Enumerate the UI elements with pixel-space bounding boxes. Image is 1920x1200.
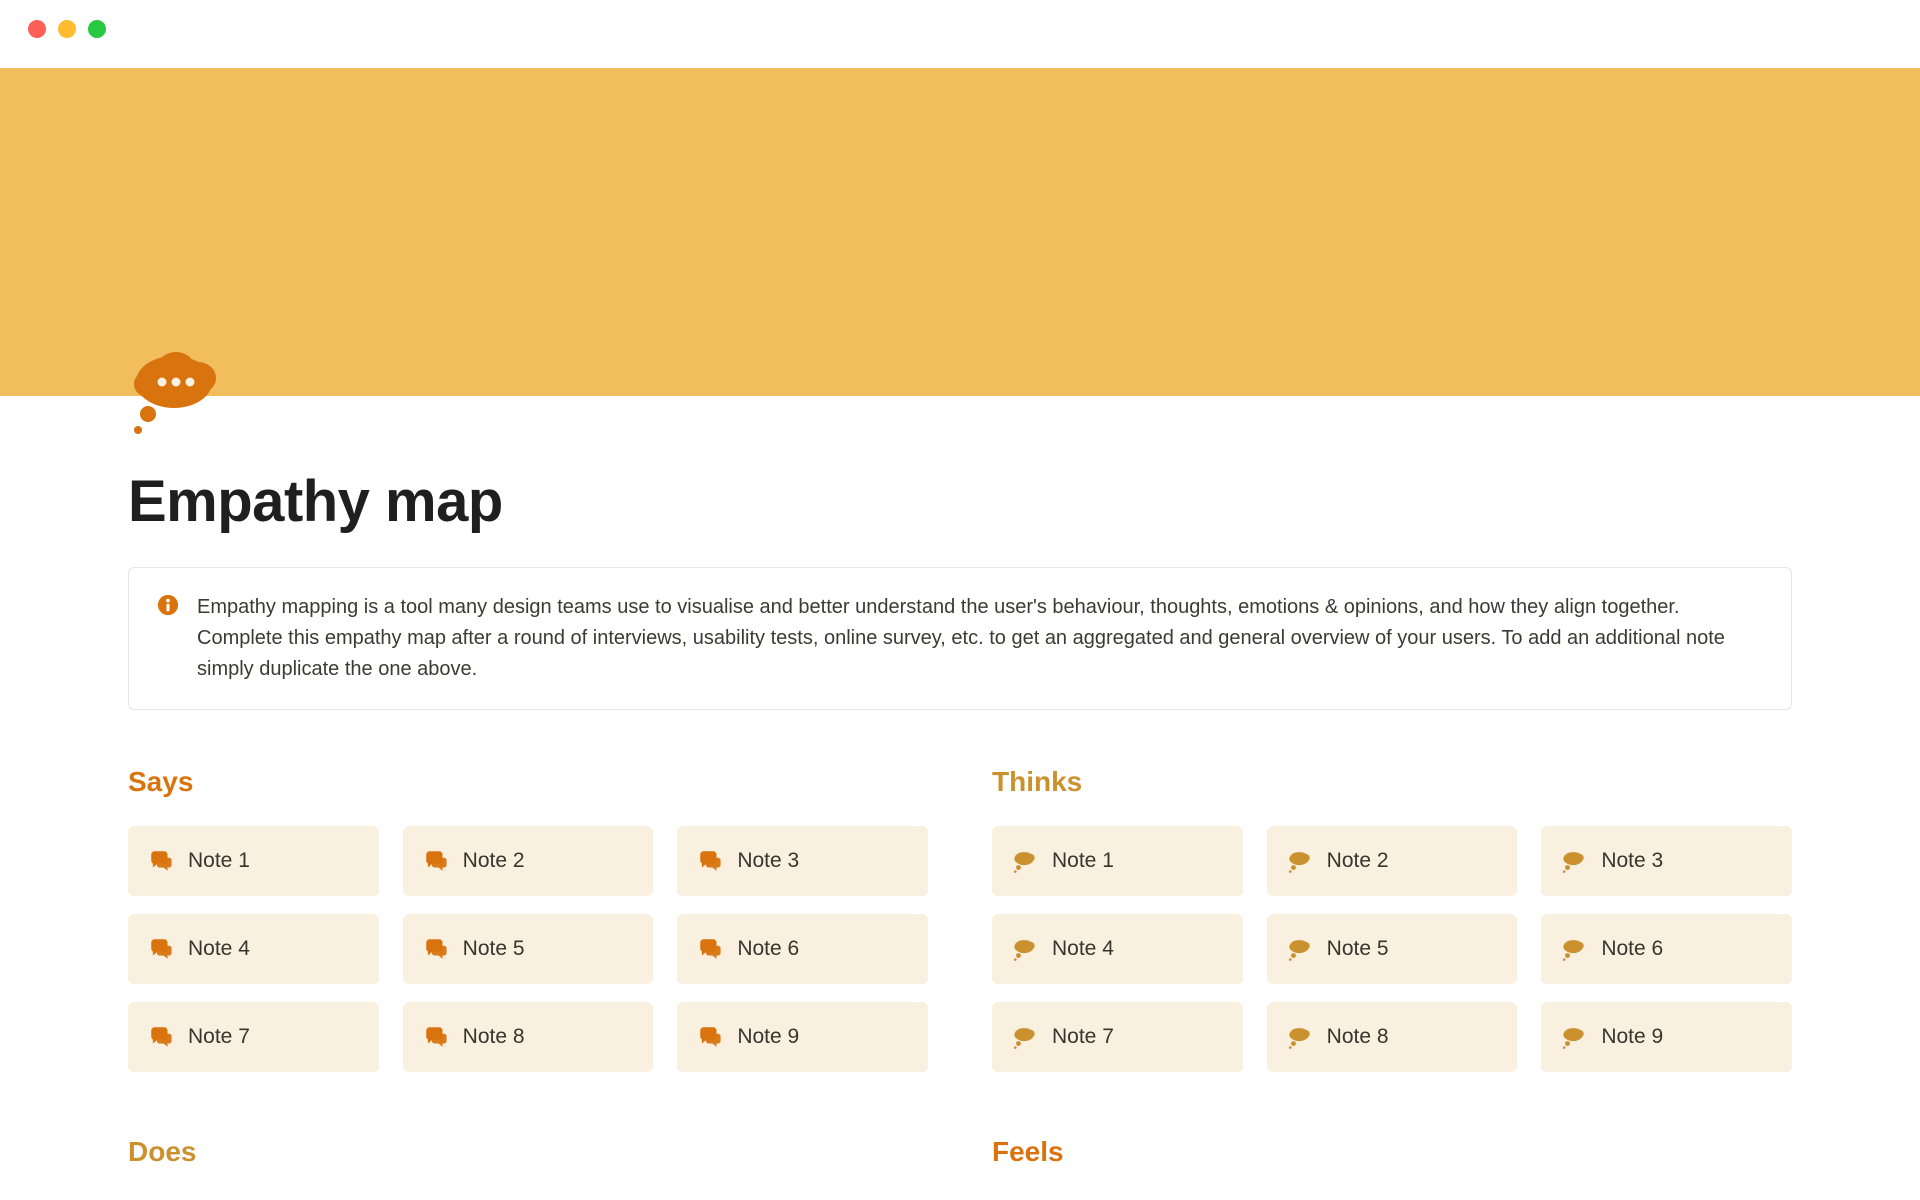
speech-bubbles-icon xyxy=(697,848,723,874)
page-content: Empathy map Empathy mapping is a tool ma… xyxy=(0,396,1920,1196)
section-heading-says[interactable]: Says xyxy=(128,766,928,798)
note-label: Note 6 xyxy=(1601,937,1663,961)
note-card[interactable]: Note 6 xyxy=(677,914,928,984)
note-card[interactable]: Note 4 xyxy=(992,914,1243,984)
note-card[interactable]: Note 5 xyxy=(1267,914,1518,984)
note-label: Note 6 xyxy=(737,937,799,961)
note-label: Note 4 xyxy=(188,937,250,961)
info-callout[interactable]: Empathy mapping is a tool many design te… xyxy=(128,567,1792,710)
speech-bubbles-icon xyxy=(423,848,449,874)
section-heading-does[interactable]: Does xyxy=(128,1136,928,1168)
note-label: Note 5 xyxy=(1327,937,1389,961)
note-card[interactable]: Note 3 xyxy=(1541,826,1792,896)
note-label: Note 8 xyxy=(463,1025,525,1049)
thought-cloud-icon xyxy=(1012,936,1038,962)
note-label: Note 4 xyxy=(1052,937,1114,961)
note-card[interactable]: Note 4 xyxy=(128,914,379,984)
note-card[interactable]: Note 7 xyxy=(992,1002,1243,1072)
note-card[interactable]: Note 5 xyxy=(403,914,654,984)
note-card[interactable]: Note 8 xyxy=(403,1002,654,1072)
note-label: Note 7 xyxy=(1052,1025,1114,1049)
sections-row-2: Does Feels xyxy=(128,1136,1792,1196)
note-card[interactable]: Note 9 xyxy=(1541,1002,1792,1072)
close-window-button[interactable] xyxy=(28,20,46,38)
note-label: Note 2 xyxy=(463,849,525,873)
speech-bubbles-icon xyxy=(148,848,174,874)
note-label: Note 2 xyxy=(1327,849,1389,873)
note-card[interactable]: Note 1 xyxy=(128,826,379,896)
thought-cloud-icon xyxy=(1287,1024,1313,1050)
thought-cloud-icon xyxy=(1561,936,1587,962)
thought-cloud-icon xyxy=(1012,848,1038,874)
section-heading-thinks[interactable]: Thinks xyxy=(992,766,1792,798)
note-card[interactable]: Note 8 xyxy=(1267,1002,1518,1072)
window-controls xyxy=(0,0,1920,68)
thought-cloud-icon xyxy=(1012,1024,1038,1050)
speech-bubbles-icon xyxy=(148,936,174,962)
speech-bubbles-icon xyxy=(148,1024,174,1050)
cover-banner[interactable] xyxy=(0,68,1920,396)
note-label: Note 9 xyxy=(737,1025,799,1049)
speech-bubbles-icon xyxy=(423,936,449,962)
page-title[interactable]: Empathy map xyxy=(128,468,1792,535)
callout-text: Empathy mapping is a tool many design te… xyxy=(197,592,1763,685)
note-card[interactable]: Note 2 xyxy=(403,826,654,896)
info-icon xyxy=(157,594,179,621)
note-label: Note 1 xyxy=(188,849,250,873)
section-does: Does xyxy=(128,1136,928,1196)
speech-bubbles-icon xyxy=(697,936,723,962)
thought-cloud-icon xyxy=(1561,848,1587,874)
note-card[interactable]: Note 7 xyxy=(128,1002,379,1072)
note-card[interactable]: Note 6 xyxy=(1541,914,1792,984)
note-card[interactable]: Note 3 xyxy=(677,826,928,896)
note-card[interactable]: Note 1 xyxy=(992,826,1243,896)
note-label: Note 3 xyxy=(1601,849,1663,873)
note-card[interactable]: Note 9 xyxy=(677,1002,928,1072)
note-grid-thinks: Note 1 Note 2 Note 3 xyxy=(992,826,1792,1072)
note-label: Note 7 xyxy=(188,1025,250,1049)
section-says: Says Note 1 Note 2 xyxy=(128,766,928,1136)
speech-bubbles-icon xyxy=(423,1024,449,1050)
note-card[interactable]: Note 2 xyxy=(1267,826,1518,896)
section-thinks: Thinks Note 1 Note 2 xyxy=(992,766,1792,1136)
minimize-window-button[interactable] xyxy=(58,20,76,38)
thought-cloud-icon xyxy=(1287,936,1313,962)
note-label: Note 9 xyxy=(1601,1025,1663,1049)
note-label: Note 8 xyxy=(1327,1025,1389,1049)
note-label: Note 1 xyxy=(1052,849,1114,873)
fullscreen-window-button[interactable] xyxy=(88,20,106,38)
note-label: Note 5 xyxy=(463,937,525,961)
section-feels: Feels xyxy=(992,1136,1792,1196)
note-grid-says: Note 1 Note 2 Note 3 xyxy=(128,826,928,1072)
note-label: Note 3 xyxy=(737,849,799,873)
section-heading-feels[interactable]: Feels xyxy=(992,1136,1792,1168)
sections-row-1: Says Note 1 Note 2 xyxy=(128,766,1792,1136)
page-thought-bubble-icon[interactable] xyxy=(128,344,228,444)
speech-bubbles-icon xyxy=(697,1024,723,1050)
thought-cloud-icon xyxy=(1561,1024,1587,1050)
thought-cloud-icon xyxy=(1287,848,1313,874)
